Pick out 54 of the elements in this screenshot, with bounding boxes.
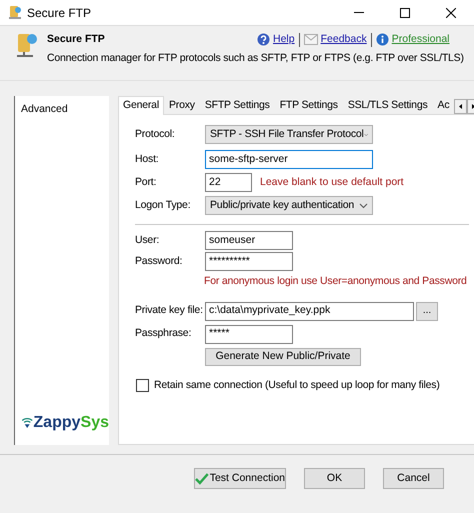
minimize-icon xyxy=(354,12,364,13)
logo-text: Zappy xyxy=(33,413,81,433)
tab[interactable]: General xyxy=(118,96,164,115)
app-icon xyxy=(8,5,22,20)
dialog-button[interactable]: Test Connection xyxy=(194,468,286,489)
left-arrow-icon xyxy=(459,104,462,109)
header-description: Connection manager for FTP protocols such as SFTP, FTP or FTPS (e.g. FTP over SSL/TLS) xyxy=(47,50,464,66)
server-icon xyxy=(15,32,39,58)
field-label: Private key file: xyxy=(135,303,204,318)
chevron-down-icon xyxy=(359,202,368,208)
field-label: Host: xyxy=(135,152,160,167)
dialog-button[interactable]: OK xyxy=(304,468,365,489)
checkmark-icon xyxy=(195,472,209,484)
maximize-icon xyxy=(400,8,410,18)
text-field[interactable]: some-sftp-server xyxy=(205,150,373,169)
checkbox-label: Retain same connection (Useful to speed up loop for many files) xyxy=(154,378,440,393)
tab[interactable]: Ac xyxy=(432,97,454,114)
window-title: Secure FTP xyxy=(27,4,92,22)
envelope-icon xyxy=(304,34,318,46)
sidebar-item[interactable]: Advanced xyxy=(15,101,109,119)
text-field[interactable]: someuser xyxy=(205,231,293,250)
field-label: Port: xyxy=(135,174,158,190)
header-title: Secure FTP xyxy=(47,32,106,47)
field-label: Logon Type: xyxy=(135,198,192,213)
close-icon xyxy=(446,8,456,18)
field-label: User: xyxy=(135,232,160,248)
generate-key-button[interactable]: Generate New Public/Private xyxy=(205,348,361,366)
dialog-button[interactable]: Cancel xyxy=(383,468,444,489)
field-label: Protocol: xyxy=(135,126,176,142)
field-label: Passphrase: xyxy=(135,326,192,342)
dropdown[interactable]: SFTP - SSH File Transfer Protocol xyxy=(205,125,373,144)
help-icon xyxy=(257,33,270,46)
tab[interactable]: SSL/TLS Settings xyxy=(342,97,433,114)
text-field[interactable]: 22 xyxy=(205,173,252,192)
wifi-logo-icon xyxy=(21,415,34,431)
text-field[interactable]: c:\data\myprivate_key.ppk xyxy=(205,302,414,321)
header-link[interactable]: Feedback xyxy=(320,32,367,48)
browse-button[interactable]: ... xyxy=(416,302,438,321)
tab[interactable]: FTP Settings xyxy=(274,97,343,114)
tab[interactable]: Proxy xyxy=(164,97,200,114)
chevron-down-icon xyxy=(364,132,368,138)
header-link[interactable]: Professional xyxy=(392,32,450,48)
text-field[interactable]: ********** xyxy=(205,252,293,271)
info-icon xyxy=(376,33,389,46)
tab[interactable]: SFTP Settings xyxy=(200,97,275,114)
text-field[interactable]: ***** xyxy=(205,324,293,344)
hint-text: For anonymous login use User=anonymous and Password xyxy=(204,274,468,289)
field-label: Password: xyxy=(135,254,184,269)
header-link[interactable]: Help xyxy=(273,32,295,48)
logo-text: Sys xyxy=(80,413,109,433)
hint-text: Leave blank to use default port xyxy=(260,174,404,190)
dropdown[interactable]: Public/private key authentication xyxy=(205,196,373,215)
scroll-left-button[interactable] xyxy=(454,99,468,114)
checkbox[interactable] xyxy=(136,379,149,392)
